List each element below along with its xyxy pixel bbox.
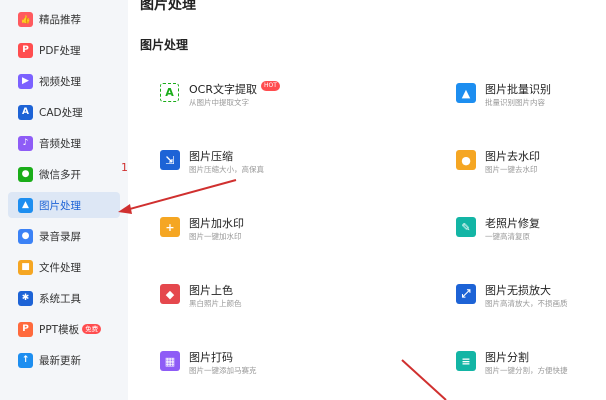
sidebar-item[interactable]: ↑ 最新更新 bbox=[8, 347, 120, 373]
tool-card[interactable]: + 图片加水印图片一键加水印 bbox=[160, 215, 360, 255]
folder-icon: ■ bbox=[18, 259, 33, 275]
tool-name-text: 图片打码 bbox=[189, 351, 233, 364]
tool-name-text: 图片无损放大 bbox=[485, 284, 551, 297]
sidebar-item[interactable]: A CAD处理 bbox=[8, 99, 120, 125]
tool-card[interactable]: ✎ 老照片修复一键高清复原 bbox=[456, 215, 606, 255]
cad-icon: A bbox=[18, 104, 33, 120]
sidebar-item-label: 视频处理 bbox=[39, 75, 81, 88]
sidebar-item-label: 音频处理 bbox=[39, 137, 81, 150]
music-note-icon: ♪ bbox=[18, 135, 33, 151]
image-batch-icon: ▲ bbox=[456, 83, 476, 103]
sidebar-item-label: 最新更新 bbox=[39, 354, 81, 367]
tool-name-text: 老照片修复 bbox=[485, 217, 540, 230]
video-play-icon: ▶ bbox=[18, 73, 33, 89]
enlarge-icon: ⤢ bbox=[456, 284, 476, 304]
tool-card[interactable]: ⤢ 图片无损放大图片高清放大，不损画质 bbox=[456, 282, 606, 322]
hot-badge: HOT bbox=[260, 81, 280, 91]
remove-watermark-icon: ● bbox=[456, 150, 476, 170]
tool-description: 图片高清放大，不损画质 bbox=[485, 299, 568, 308]
main-panel bbox=[128, 0, 606, 400]
sidebar-item-label: CAD处理 bbox=[39, 106, 83, 119]
sidebar-item-label: 系统工具 bbox=[39, 292, 81, 305]
pdf-icon: P bbox=[18, 42, 33, 58]
tool-description: 一键高清复原 bbox=[485, 232, 530, 241]
section-title: 图片处理 bbox=[140, 38, 189, 52]
tool-description: 图片一键去水印 bbox=[485, 165, 538, 174]
repair-icon: ✎ bbox=[456, 217, 476, 237]
tool-name-text: 图片批量识别 bbox=[485, 83, 551, 96]
tool-name: OCR文字提取 HOT bbox=[189, 81, 280, 97]
sidebar-item[interactable]: P PPT模板 免费 bbox=[8, 316, 120, 342]
sidebar-item[interactable]: ♪ 音频处理 bbox=[8, 130, 120, 156]
tool-card[interactable]: ▲ 图片批量识别批量识别图片内容 bbox=[456, 81, 606, 121]
sidebar-item[interactable]: ▲ 图片处理 bbox=[8, 192, 120, 218]
tool-description: 图片压缩大小，高保真 bbox=[189, 165, 264, 174]
ocr-icon: A bbox=[160, 83, 179, 102]
tool-name-text: 图片去水印 bbox=[485, 150, 540, 163]
sidebar-item-label: 精品推荐 bbox=[39, 13, 81, 26]
sidebar-item-label: 图片处理 bbox=[39, 199, 81, 212]
tool-description: 图片一键添加马赛克 bbox=[189, 366, 257, 375]
add-watermark-icon: + bbox=[160, 217, 180, 237]
tool-name: 图片打码 bbox=[189, 349, 233, 365]
tool-card[interactable]: ● 图片去水印图片一键去水印 bbox=[456, 148, 606, 188]
sidebar-item[interactable]: ■ 文件处理 bbox=[8, 254, 120, 280]
tool-name: 图片无损放大 bbox=[485, 282, 551, 298]
free-badge: 免费 bbox=[82, 324, 102, 334]
sidebar-item[interactable]: ● 微信多开 bbox=[8, 161, 120, 187]
tool-description: 黑白照片上颜色 bbox=[189, 299, 242, 308]
tool-card[interactable]: ≡ 图片分割图片一键分割，方便快捷 bbox=[456, 349, 606, 389]
wechat-icon: ● bbox=[18, 166, 33, 182]
mosaic-icon: ▦ bbox=[160, 351, 180, 371]
sidebar-item[interactable]: ▶ 视频处理 bbox=[8, 68, 120, 94]
image-icon: ▲ bbox=[18, 197, 33, 213]
annotation-number: 1 bbox=[121, 161, 128, 174]
tool-description: 图片一键分割，方便快捷 bbox=[485, 366, 568, 375]
ppt-icon: P bbox=[18, 321, 33, 337]
page-title: 图片处理 bbox=[140, 0, 196, 13]
tool-name: 图片批量识别 bbox=[485, 81, 551, 97]
tool-name: 图片去水印 bbox=[485, 148, 540, 164]
tool-card[interactable]: ▦ 图片打码图片一键添加马赛克 bbox=[160, 349, 360, 389]
tool-name: 图片压缩 bbox=[189, 148, 233, 164]
tool-description: 从图片中提取文字 bbox=[189, 98, 249, 107]
sidebar-item[interactable]: ● 录音录屏 bbox=[8, 223, 120, 249]
tool-name-text: 图片压缩 bbox=[189, 150, 233, 163]
tool-card[interactable]: ◆ 图片上色黑白照片上颜色 bbox=[160, 282, 360, 322]
tool-name-text: 图片上色 bbox=[189, 284, 233, 297]
sidebar-item[interactable]: ✱ 系统工具 bbox=[8, 285, 120, 311]
tool-card[interactable]: A OCR文字提取 HOT 从图片中提取文字 bbox=[160, 81, 360, 121]
tool-description: 图片一键加水印 bbox=[189, 232, 242, 241]
thumbs-up-icon: 👍 bbox=[18, 11, 33, 27]
gear-icon: ✱ bbox=[18, 290, 33, 306]
tool-name: 图片加水印 bbox=[189, 215, 244, 231]
tool-name-text: 图片分割 bbox=[485, 351, 529, 364]
tool-name-text: OCR文字提取 bbox=[189, 83, 257, 96]
sidebar-item[interactable]: 👍 精品推荐 bbox=[8, 6, 120, 32]
upload-arrow-icon: ↑ bbox=[18, 352, 33, 368]
tool-description: 批量识别图片内容 bbox=[485, 98, 545, 107]
tool-name: 图片分割 bbox=[485, 349, 529, 365]
microphone-icon: ● bbox=[18, 228, 33, 244]
sidebar-item-label: 文件处理 bbox=[39, 261, 81, 274]
sidebar-item-label: 微信多开 bbox=[39, 168, 81, 181]
sidebar: 👍 精品推荐 P PDF处理 ▶ 视频处理 A CAD处理 ♪ 音频处理 ● 微信多开 ▲ 图片处理 ● 录音… bbox=[0, 0, 128, 400]
sidebar-item[interactable]: P PDF处理 bbox=[8, 37, 120, 63]
tool-name-text: 图片加水印 bbox=[189, 217, 244, 230]
compress-icon: ⇲ bbox=[160, 150, 180, 170]
split-icon: ≡ bbox=[456, 351, 476, 371]
tool-card[interactable]: ⇲ 图片压缩图片压缩大小，高保真 bbox=[160, 148, 360, 188]
sidebar-item-label: PDF处理 bbox=[39, 44, 81, 57]
paint-bucket-icon: ◆ bbox=[160, 284, 180, 304]
sidebar-item-label: 录音录屏 bbox=[39, 230, 81, 243]
tool-name: 老照片修复 bbox=[485, 215, 540, 231]
sidebar-item-label: PPT模板 bbox=[39, 323, 80, 336]
tool-name: 图片上色 bbox=[189, 282, 233, 298]
